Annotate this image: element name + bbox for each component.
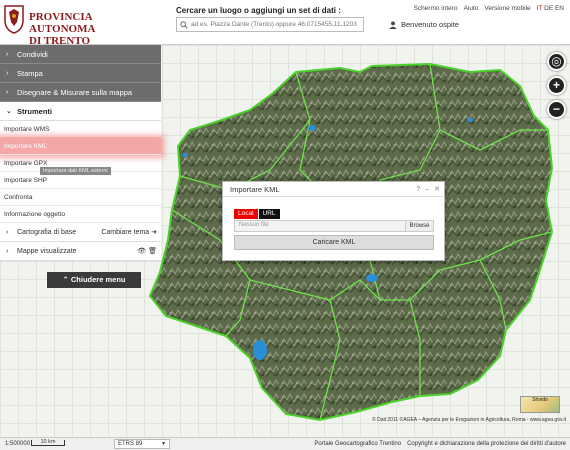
- chevron-down-icon: ⌄: [6, 108, 12, 115]
- basemap-thumbnail[interactable]: Sfondo: [520, 396, 560, 413]
- basemap-panel[interactable]: › Cartografia di base Cambiare tema ➔: [0, 223, 161, 242]
- chevron-right-icon: ›: [6, 51, 9, 58]
- logo[interactable]: PROVINCIA AUTONOMA DI TRENTO: [3, 4, 158, 47]
- load-kml-button[interactable]: Caricare KML: [234, 235, 434, 250]
- browse-button[interactable]: Browse: [405, 221, 433, 231]
- layers-actions: 👁 🗑: [137, 242, 157, 261]
- menu-item-share[interactable]: › Condividi: [0, 45, 161, 64]
- layers-panel[interactable]: › Mappe visualizzate 👁 🗑: [0, 242, 161, 261]
- user-icon: [389, 20, 397, 29]
- chevron-right-icon: ›: [6, 248, 9, 255]
- chevron-right-icon: ›: [6, 70, 9, 77]
- dialog-title-bar: Importare KML ? – ✕: [223, 182, 444, 197]
- help-link[interactable]: Aiuto: [464, 5, 479, 12]
- logo-line2: DI TRENTO: [29, 35, 91, 47]
- crs-value: ETRS 89: [118, 441, 143, 447]
- footer-links: Portale Geocartografico Trentino Copyrig…: [314, 441, 566, 447]
- close-menu-button[interactable]: ⌃ Chiudere menu: [47, 272, 141, 288]
- mobile-version-link[interactable]: Versione mobile: [484, 5, 530, 12]
- menu-item-print[interactable]: › Stampa: [0, 64, 161, 83]
- trash-icon[interactable]: 🗑: [148, 248, 157, 255]
- import-kml-dialog: Importare KML ? – ✕ Local URL Nessun fil…: [222, 181, 445, 261]
- arrow-right-icon: ➔: [151, 229, 157, 236]
- locate-button[interactable]: ◎: [547, 52, 566, 71]
- logo-line1: PROVINCIA AUTONOMA: [29, 11, 96, 35]
- dialog-tabs: Local URL: [234, 209, 280, 219]
- menu-item-draw-measure[interactable]: › Disegnare & Misurare sulla mappa: [0, 83, 161, 102]
- menu-item-tools[interactable]: ⌄ Strumenti: [0, 102, 161, 121]
- tools-item-object-info[interactable]: Informazione oggetto: [0, 206, 161, 223]
- search-box[interactable]: [176, 17, 364, 32]
- close-menu-label: Chiudere menu: [70, 275, 126, 284]
- coat-of-arms-icon: [4, 5, 24, 34]
- tools-item-compare[interactable]: Confronta: [0, 189, 161, 206]
- zoom-out-button[interactable]: −: [547, 100, 566, 119]
- tools-item-import-kml[interactable]: Importare KML: [0, 138, 161, 155]
- logo-text: PROVINCIA AUTONOMA DI TRENTO: [29, 11, 158, 47]
- tab-local[interactable]: Local: [234, 209, 258, 219]
- user-menu[interactable]: Benvenuto ospite: [389, 20, 459, 29]
- close-icon[interactable]: ✕: [434, 182, 440, 197]
- file-input[interactable]: Nessun file Browse: [234, 220, 434, 232]
- scale-bar-label: 10 km: [40, 439, 56, 445]
- tools-item-import-wms[interactable]: Importare WMS: [0, 121, 161, 138]
- change-theme-link[interactable]: Cambiare tema ➔: [101, 223, 157, 242]
- target-icon: ◎: [551, 54, 562, 68]
- change-theme-label: Cambiare tema: [101, 229, 150, 236]
- search-label: Cercare un luogo o aggiungi un set di da…: [176, 6, 341, 15]
- map-attribution: © Dati:2011 ©AGEA – Agenzia per le Eroga…: [372, 417, 566, 423]
- portal-link[interactable]: Portale Geocartografico Trentino: [314, 441, 401, 447]
- scale-bar: 10 km: [31, 439, 65, 446]
- crs-select[interactable]: ETRS 89 ▼: [114, 439, 170, 449]
- dialog-title: Importare KML: [230, 185, 280, 194]
- menu-item-label: Strumenti: [17, 107, 53, 116]
- chevron-right-icon: ›: [6, 89, 9, 96]
- eye-icon[interactable]: 👁: [137, 248, 146, 255]
- scale-value: 1:500000: [5, 441, 31, 447]
- minimize-icon[interactable]: –: [425, 182, 429, 197]
- lang-de-link[interactable]: DE: [544, 5, 553, 12]
- tab-url[interactable]: URL: [258, 209, 280, 219]
- basemap-thumb-label: Sfondo: [532, 397, 548, 403]
- chevron-up-icon: ⌃: [62, 275, 69, 284]
- menu-item-label: Disegnare & Misurare sulla mappa: [17, 88, 133, 97]
- search-input[interactable]: [191, 19, 361, 30]
- user-label: Benvenuto ospite: [401, 20, 459, 29]
- copyright-link[interactable]: Copyright e dichiarazione della protezio…: [407, 441, 566, 447]
- plus-icon: +: [552, 78, 560, 92]
- side-menu: › Condividi › Stampa › Disegnare & Misur…: [0, 45, 161, 261]
- lang-en-link[interactable]: EN: [555, 5, 564, 12]
- basemap-label: Cartografia di base: [17, 229, 77, 236]
- menu-item-label: Stampa: [17, 69, 43, 78]
- layers-label: Mappe visualizzate: [17, 248, 77, 255]
- chevron-down-icon: ▼: [161, 441, 166, 447]
- menu-item-label: Condividi: [17, 50, 48, 59]
- search-icon: [180, 21, 188, 29]
- top-links: Schermo intero Aiuto Versione mobile IT …: [413, 5, 564, 12]
- zoom-in-button[interactable]: +: [547, 76, 566, 95]
- fullscreen-link[interactable]: Schermo intero: [413, 5, 457, 12]
- tooltip: Importare dati KML esterni: [40, 167, 111, 175]
- chevron-right-icon: ›: [6, 229, 9, 236]
- file-placeholder: Nessun file: [239, 222, 269, 228]
- minus-icon: −: [552, 102, 560, 116]
- help-icon[interactable]: ?: [416, 182, 420, 197]
- lang-it-link[interactable]: IT: [537, 5, 543, 12]
- footer: 1:500000 10 km ETRS 89 ▼ Portale Geocart…: [0, 437, 570, 450]
- header: PROVINCIA AUTONOMA DI TRENTO Cercare un …: [0, 0, 570, 47]
